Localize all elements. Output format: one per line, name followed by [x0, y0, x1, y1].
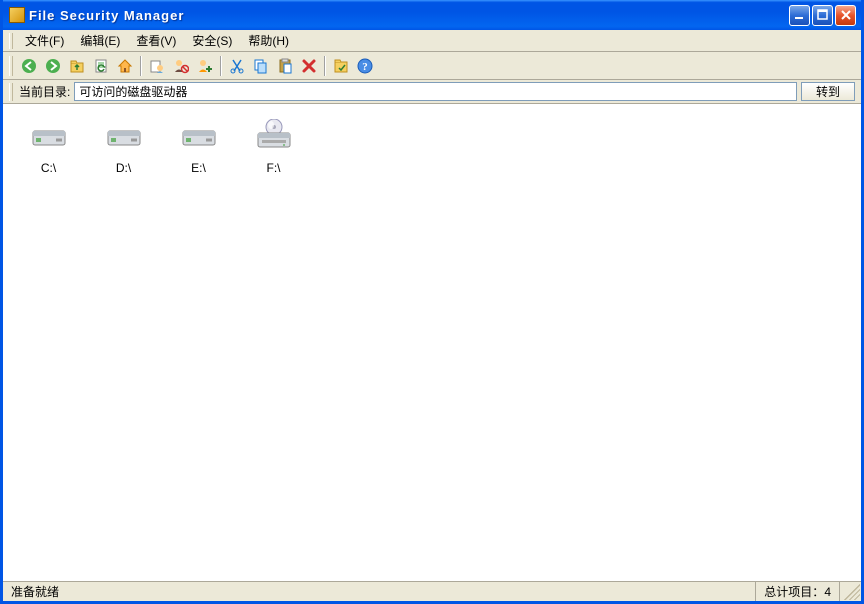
home-icon	[117, 58, 133, 74]
drive-item[interactable]: D:\	[86, 115, 161, 185]
refresh-icon	[93, 58, 109, 74]
copy-button[interactable]	[250, 55, 272, 77]
maximize-button[interactable]	[812, 5, 833, 26]
titlebar[interactable]: File Security Manager	[3, 0, 861, 30]
hdd-icon	[29, 119, 69, 151]
status-total-count: 4	[824, 585, 831, 599]
copy-icon	[253, 58, 269, 74]
menu-file[interactable]: 文件(F)	[17, 29, 72, 52]
address-bar: 当前目录: 转到	[3, 80, 861, 104]
address-label: 当前目录:	[19, 83, 70, 100]
status-total: 总计项目： 4	[756, 582, 840, 601]
status-ready: 准备就绪	[3, 582, 756, 601]
user-add-button[interactable]	[194, 55, 216, 77]
back-button[interactable]	[18, 55, 40, 77]
delete-button[interactable]	[298, 55, 320, 77]
help-button[interactable]: ?	[354, 55, 376, 77]
user-deny-button[interactable]	[170, 55, 192, 77]
user-deny-icon	[173, 58, 189, 74]
drive-label: D:\	[116, 161, 131, 175]
drive-item[interactable]: F:\	[236, 115, 311, 185]
toolbar: ?	[3, 52, 861, 80]
toolbar-separator	[220, 56, 222, 76]
drive-item[interactable]: E:\	[161, 115, 236, 185]
help-icon: ?	[357, 58, 373, 74]
delete-icon	[301, 58, 317, 74]
maximize-icon	[817, 9, 829, 21]
status-total-label: 总计项目：	[764, 583, 824, 600]
menu-help[interactable]: 帮助(H)	[240, 29, 297, 52]
user-add-icon	[197, 58, 213, 74]
menu-view[interactable]: 查看(V)	[128, 29, 184, 52]
close-icon	[840, 9, 852, 21]
svg-text:?: ?	[362, 61, 368, 73]
refresh-button[interactable]	[90, 55, 112, 77]
user-permission-icon	[149, 58, 165, 74]
paste-icon	[277, 58, 293, 74]
forward-button[interactable]	[42, 55, 64, 77]
minimize-button[interactable]	[789, 5, 810, 26]
addressbar-grip[interactable]	[9, 83, 13, 101]
up-button[interactable]	[66, 55, 88, 77]
cut-icon	[229, 58, 245, 74]
close-button[interactable]	[835, 5, 856, 26]
cut-button[interactable]	[226, 55, 248, 77]
drive-label: E:\	[191, 161, 206, 175]
optical-drive-icon	[254, 119, 294, 151]
user-permission-button[interactable]	[146, 55, 168, 77]
home-button[interactable]	[114, 55, 136, 77]
up-folder-icon	[69, 58, 85, 74]
toolbar-separator	[324, 56, 326, 76]
back-icon	[21, 58, 37, 74]
properties-button[interactable]	[330, 55, 352, 77]
toolbar-separator	[140, 56, 142, 76]
go-button[interactable]: 转到	[801, 82, 855, 101]
app-icon	[9, 7, 25, 23]
drive-list[interactable]: C:\ D:\ E:\ F:\	[3, 104, 861, 581]
drive-label: F:\	[267, 161, 281, 175]
hdd-icon	[104, 119, 144, 151]
menubar: 文件(F) 编辑(E) 查看(V) 安全(S) 帮助(H)	[3, 30, 861, 52]
forward-icon	[45, 58, 61, 74]
minimize-icon	[794, 9, 806, 21]
window-buttons	[789, 5, 856, 26]
drive-label: C:\	[41, 161, 56, 175]
drive-item[interactable]: C:\	[11, 115, 86, 185]
menu-edit[interactable]: 编辑(E)	[72, 29, 128, 52]
statusbar: 准备就绪 总计项目： 4	[3, 581, 861, 601]
toolbar-grip[interactable]	[9, 56, 13, 76]
app-window: File Security Manager 文件(F) 编辑(E) 查看(V) …	[0, 0, 864, 604]
window-title: File Security Manager	[29, 8, 789, 23]
hdd-icon	[179, 119, 219, 151]
properties-icon	[333, 58, 349, 74]
menubar-grip[interactable]	[9, 33, 13, 49]
address-input[interactable]	[74, 82, 797, 101]
paste-button[interactable]	[274, 55, 296, 77]
resize-grip[interactable]	[844, 584, 860, 600]
menu-security[interactable]: 安全(S)	[184, 29, 240, 52]
